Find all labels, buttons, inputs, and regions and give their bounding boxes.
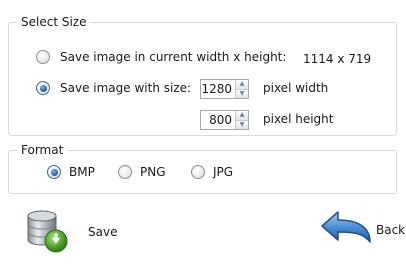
radio-current-size[interactable] bbox=[36, 50, 50, 64]
format-radio-bmp[interactable] bbox=[47, 165, 61, 179]
back-arrow-icon bbox=[318, 208, 374, 252]
format-option-jpg[interactable]: JPG bbox=[191, 165, 233, 179]
format-label-jpg: JPG bbox=[213, 165, 234, 179]
height-unit-label: pixel height bbox=[263, 112, 334, 126]
back-label: Back bbox=[376, 223, 406, 237]
format-title: Format bbox=[17, 143, 68, 157]
height-spinner[interactable]: 800 ▲ ▼ bbox=[200, 110, 249, 130]
height-spinner-buttons: ▲ ▼ bbox=[235, 111, 248, 129]
width-spinner-buttons: ▲ ▼ bbox=[235, 80, 248, 98]
radio-current-size-label: Save image in current width x height: bbox=[60, 50, 287, 64]
width-decrement-button[interactable]: ▼ bbox=[236, 88, 248, 98]
height-increment-button[interactable]: ▲ bbox=[236, 111, 248, 120]
save-button[interactable]: Save bbox=[24, 208, 117, 256]
back-button[interactable]: Back bbox=[318, 208, 405, 252]
format-option-bmp[interactable]: BMP bbox=[47, 165, 95, 179]
save-label: Save bbox=[88, 225, 118, 239]
radio-current-size-row[interactable]: Save image in current width x height: bbox=[36, 50, 286, 64]
format-option-png[interactable]: PNG bbox=[118, 165, 166, 179]
radio-custom-size[interactable] bbox=[36, 81, 50, 95]
height-input[interactable]: 800 bbox=[201, 111, 235, 129]
width-spinner[interactable]: 1280 ▲ ▼ bbox=[200, 79, 249, 99]
radio-custom-size-label: Save image with size: bbox=[60, 81, 192, 95]
database-save-icon bbox=[24, 208, 72, 256]
format-label-bmp: BMP bbox=[69, 165, 95, 179]
width-input[interactable]: 1280 bbox=[201, 80, 235, 98]
width-unit-label: pixel width bbox=[263, 81, 329, 95]
format-radio-png[interactable] bbox=[118, 165, 132, 179]
height-decrement-button[interactable]: ▼ bbox=[236, 119, 248, 129]
format-label-png: PNG bbox=[140, 165, 166, 179]
select-size-title: Select Size bbox=[17, 15, 91, 29]
radio-custom-size-row[interactable]: Save image with size: bbox=[36, 81, 191, 95]
format-radio-jpg[interactable] bbox=[191, 165, 205, 179]
width-increment-button[interactable]: ▲ bbox=[236, 80, 248, 89]
current-dimensions-value: 1114 x 719 bbox=[303, 52, 372, 66]
